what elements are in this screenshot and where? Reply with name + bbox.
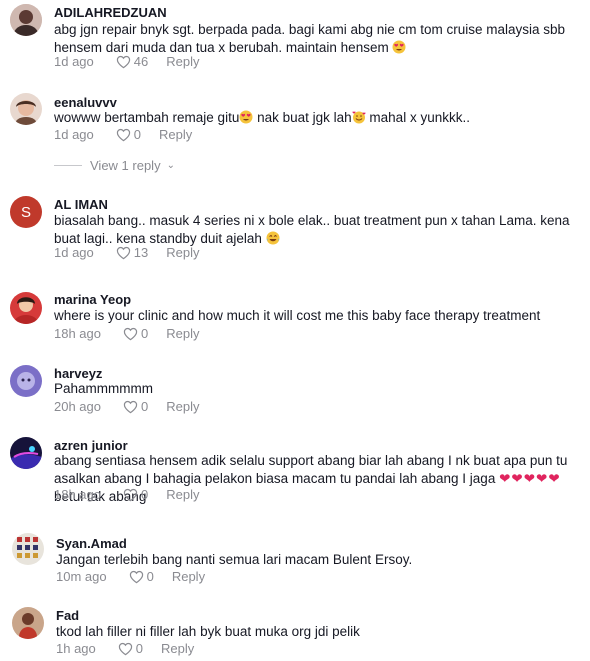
like-button[interactable]: 0 — [129, 569, 154, 584]
comment-text: Jangan terlebih bang nanti semua lari ma… — [56, 551, 576, 569]
like-button[interactable]: 0 — [123, 326, 148, 341]
comment-time: 1d ago — [54, 127, 94, 142]
reply-button[interactable]: Reply — [166, 487, 199, 502]
comment-text: where is your clinic and how much it wil… — [54, 307, 574, 325]
like-button[interactable]: 0 — [118, 641, 143, 656]
comment-text: Pahammmmmm — [54, 380, 574, 398]
like-count: 46 — [133, 54, 149, 69]
comment-meta: 1h ago 0 Reply — [56, 641, 194, 656]
laughing-emoji-icon — [266, 231, 280, 245]
comment-username[interactable]: marina Yeop — [54, 292, 131, 307]
reply-button[interactable]: Reply — [166, 245, 199, 260]
comment-time: 18h ago — [54, 487, 101, 502]
comment-username[interactable]: ADILAHREDZUAN — [54, 5, 167, 20]
avatar[interactable] — [12, 533, 44, 565]
comment-time: 1d ago — [54, 54, 94, 69]
comment-text-body: Jangan terlebih bang nanti semua lari ma… — [56, 552, 413, 567]
comment-text: biasalah bang.. masuk 4 series ni x bole… — [54, 212, 574, 248]
comment-meta: 20h ago 0 Reply — [54, 399, 199, 414]
comment-username[interactable]: harveyz — [54, 366, 102, 381]
comment-meta: 10m ago 0 Reply — [56, 569, 205, 584]
comment-username[interactable]: Syan.Amad — [56, 536, 127, 551]
comment-text-body: tkod lah filler ni filler lah byk buat m… — [56, 624, 360, 639]
comment-username[interactable]: eenaluvvv — [54, 95, 117, 110]
like-count: 0 — [141, 326, 149, 341]
comment-time: 10m ago — [56, 569, 107, 584]
comment-time: 20h ago — [54, 399, 101, 414]
heart-outline-icon — [123, 400, 138, 413]
comment-meta: 1d ago 46 Reply — [54, 54, 199, 69]
like-count: 0 — [146, 569, 154, 584]
heart-outline-icon — [118, 642, 132, 655]
reply-button[interactable]: Reply — [166, 399, 199, 414]
heart-outline-icon — [123, 488, 138, 501]
chevron-down-icon: ⌄ — [166, 160, 175, 171]
like-count: 0 — [141, 487, 149, 502]
comment-text-body: where is your clinic and how much it wil… — [54, 308, 541, 323]
comment-text-body: Pahammmmmm — [54, 381, 154, 396]
reply-button[interactable]: Reply — [161, 641, 194, 656]
like-count: 0 — [135, 641, 143, 656]
like-button[interactable]: 0 — [116, 127, 141, 142]
avatar[interactable] — [10, 4, 42, 36]
heart-outline-icon — [116, 246, 130, 259]
smiling-hearts-emoji-icon — [352, 110, 366, 124]
reply-button[interactable]: Reply — [159, 127, 192, 142]
avatar[interactable] — [10, 437, 42, 469]
comment-meta: 1d ago 0 Reply — [54, 127, 192, 142]
like-button[interactable]: 13 — [116, 245, 148, 260]
heart-outline-icon — [129, 570, 143, 583]
comment-text: tkod lah filler ni filler lah byk buat m… — [56, 623, 576, 641]
heart-outline-icon — [116, 128, 130, 141]
heart-outline-icon — [116, 55, 130, 68]
heart-outline-icon — [123, 327, 138, 340]
comment-username[interactable]: Fad — [56, 608, 79, 623]
comment-text-body: abang sentiasa hensem adik selalu suppor… — [54, 453, 568, 486]
comment-text-body: abg jgn repair bnyk sgt. berpada pada. b… — [54, 22, 566, 55]
avatar[interactable] — [10, 93, 42, 125]
reply-button[interactable]: Reply — [166, 54, 199, 69]
comment-text: abg jgn repair bnyk sgt. berpada pada. b… — [54, 21, 574, 57]
comment-text-body: mahal x yunkkk.. — [365, 110, 470, 125]
avatar[interactable] — [10, 292, 42, 324]
like-count: 0 — [141, 399, 149, 414]
like-count: 0 — [133, 127, 141, 142]
heart-eyes-emoji-icon — [239, 110, 253, 124]
comment-username[interactable]: AL IMAN — [54, 197, 108, 212]
comment-text-body: nak buat jgk lah — [253, 110, 352, 125]
heart-eyes-emoji-icon — [392, 40, 406, 54]
divider-line — [54, 165, 82, 166]
avatar[interactable]: S — [10, 196, 42, 228]
comment-meta: 1d ago 13 Reply — [54, 245, 199, 260]
view-replies-label: View 1 reply — [90, 158, 161, 173]
avatar[interactable] — [12, 607, 44, 639]
avatar-letter: S — [20, 203, 31, 221]
like-button[interactable]: 46 — [116, 54, 148, 69]
comment-text: wowww bertambah remaje gitu nak buat jgk… — [54, 109, 574, 127]
view-replies-button[interactable]: View 1 reply ⌄ — [54, 158, 175, 173]
comment-meta: 18h ago 0 Reply — [54, 326, 199, 341]
comment-text-body: biasalah bang.. masuk 4 series ni x bole… — [54, 213, 570, 246]
reply-button[interactable]: Reply — [172, 569, 205, 584]
comment-meta: 18h ago 0 Reply — [54, 487, 199, 502]
hearts-emoji-group: ❤❤❤❤❤ — [499, 471, 561, 486]
comment-time: 1d ago — [54, 245, 94, 260]
comment-text-body: wowww bertambah remaje gitu — [54, 110, 240, 125]
comment-time: 18h ago — [54, 326, 101, 341]
comment-username[interactable]: azren junior — [54, 438, 128, 453]
like-count: 13 — [133, 245, 149, 260]
like-button[interactable]: 0 — [123, 399, 148, 414]
avatar[interactable] — [10, 365, 42, 397]
reply-button[interactable]: Reply — [166, 326, 199, 341]
comment-time: 1h ago — [56, 641, 96, 656]
like-button[interactable]: 0 — [123, 487, 148, 502]
